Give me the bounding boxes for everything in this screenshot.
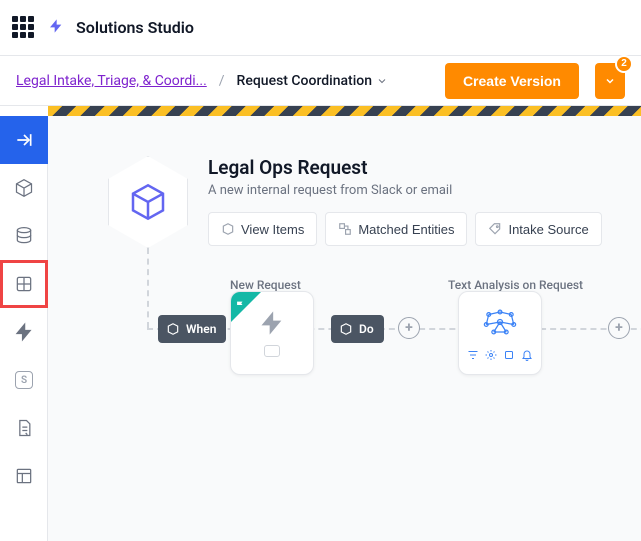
matched-label: Matched Entities <box>358 222 454 237</box>
do-pill[interactable]: Do <box>331 315 384 343</box>
brain-icon <box>480 305 520 339</box>
caution-stripe <box>48 106 641 116</box>
breadcrumb-separator: / <box>219 73 225 89</box>
breadcrumb-bar: Legal Intake, Triage, & Coordi... / Requ… <box>0 56 641 106</box>
filter-icon <box>467 349 479 361</box>
flag-icon <box>235 295 245 314</box>
hero-hex-icon[interactable] <box>108 156 188 248</box>
sidebar-item-database[interactable] <box>0 212 48 260</box>
square-icon <box>503 349 515 361</box>
intake-label: Intake Source <box>508 222 588 237</box>
intake-source-button[interactable]: Intake Source <box>475 212 601 246</box>
when-label: When <box>186 322 216 336</box>
add-step-button-1[interactable]: + <box>398 317 420 339</box>
app-launcher-icon[interactable] <box>12 16 36 40</box>
create-version-more-button[interactable]: 2 <box>595 63 625 99</box>
sidebar-item-collapse[interactable] <box>0 116 48 164</box>
text-analysis-card[interactable] <box>458 291 542 375</box>
matched-entities-button[interactable]: Matched Entities <box>325 212 467 246</box>
connector-vertical <box>147 248 149 328</box>
match-icon <box>338 222 352 236</box>
cube-icon <box>166 322 180 336</box>
sidebar-item-automation[interactable] <box>0 308 48 356</box>
workflow-canvas[interactable]: Legal Ops Request A new internal request… <box>48 116 641 541</box>
text-analysis-label: Text Analysis on Request <box>448 278 583 292</box>
breadcrumb-current[interactable]: Request Coordination <box>237 73 388 89</box>
do-label: Do <box>359 322 374 336</box>
add-step-button-2[interactable]: + <box>608 317 630 339</box>
hero-node: Legal Ops Request A new internal request… <box>108 156 602 248</box>
top-bar: Solutions Studio <box>0 0 641 56</box>
view-items-label: View Items <box>241 222 304 237</box>
bolt-icon <box>258 309 286 337</box>
view-items-button[interactable]: View Items <box>208 212 317 246</box>
cube-icon <box>221 222 235 236</box>
new-request-card[interactable] <box>230 291 314 375</box>
cube-icon <box>339 322 353 336</box>
hero-subtitle: A new internal request from Slack or ema… <box>208 183 602 198</box>
create-version-button[interactable]: Create Version <box>445 63 579 99</box>
hero-title: Legal Ops Request <box>208 156 602 179</box>
bell-icon <box>521 349 533 361</box>
new-request-label: New Request <box>230 278 301 292</box>
when-pill[interactable]: When <box>158 315 226 343</box>
sidebar-item-layout[interactable] <box>0 452 48 500</box>
sidebar-item-box[interactable] <box>0 164 48 212</box>
sidebar-item-document[interactable] <box>0 404 48 452</box>
chevron-down-icon <box>604 75 616 87</box>
tag-icon <box>488 222 502 236</box>
version-badge: 2 <box>615 55 633 73</box>
sidebar-item-apps[interactable] <box>0 260 48 308</box>
app-title: Solutions Studio <box>76 18 194 37</box>
card-footer-icons <box>467 349 533 361</box>
breadcrumb-current-label: Request Coordination <box>237 73 372 89</box>
card-slot-icon <box>264 345 280 357</box>
chevron-down-icon <box>376 75 388 87</box>
sidebar: S <box>0 116 48 541</box>
bolt-icon <box>48 18 64 38</box>
gear-icon <box>485 349 497 361</box>
sidebar-item-s[interactable]: S <box>0 356 48 404</box>
breadcrumb-parent[interactable]: Legal Intake, Triage, & Coordi... <box>16 73 207 89</box>
